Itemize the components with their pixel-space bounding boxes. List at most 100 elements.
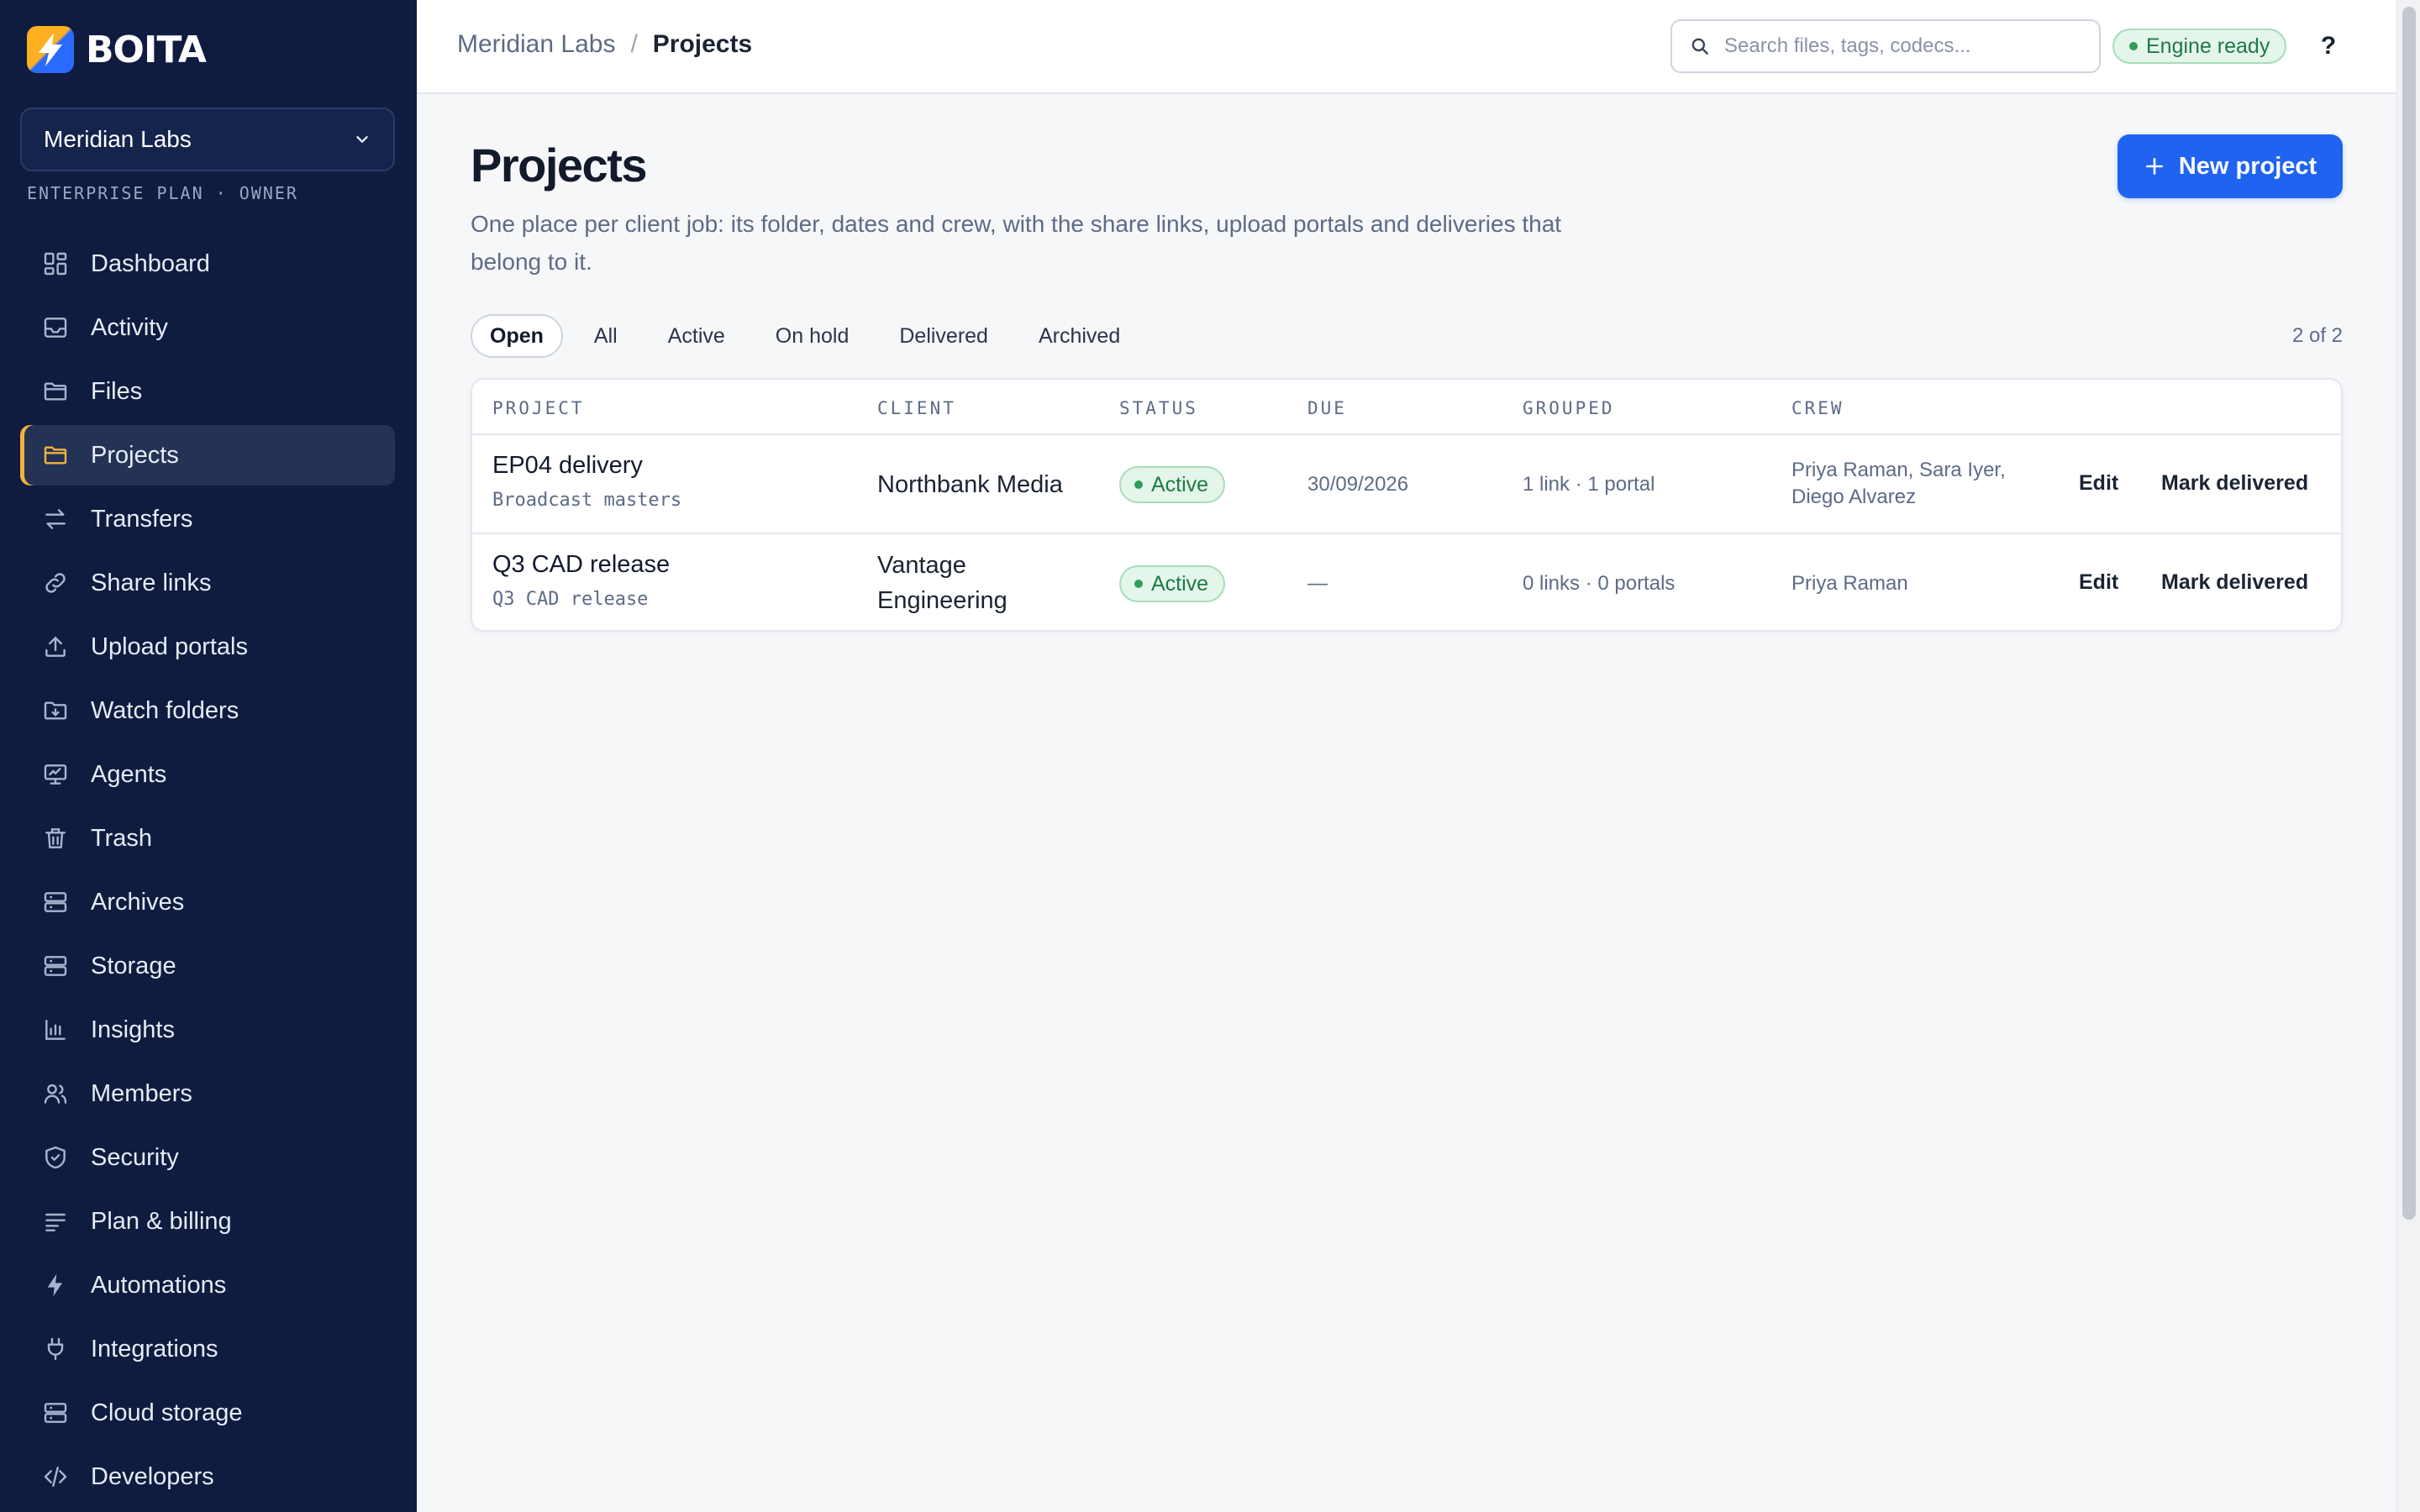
inbox-icon [40,312,71,343]
sidebar-item-developers[interactable]: Developers [20,1446,395,1507]
sidebar-item-label: Plan & billing [91,1207,232,1235]
mark-delivered-button[interactable]: Mark delivered [2161,471,2308,496]
sidebar-item-label: Storage [91,952,176,979]
grouped-summary: 0 links · 0 portals [1523,572,1676,595]
filter-archived[interactable]: Archived [1019,314,1139,358]
bolt-icon [40,1270,71,1300]
users-icon [40,1079,71,1109]
column-header-project[interactable]: PROJECT [492,398,585,418]
engine-status-label: Engine ready [2146,34,2270,58]
sidebar-item-members[interactable]: Members [20,1063,395,1124]
sidebar: BOITA Meridian Labs ENTERPRISE PLAN · OW… [0,0,417,1512]
scrollbar-thumb[interactable] [2402,7,2416,1220]
project-name[interactable]: EP04 delivery [492,452,681,480]
sidebar-item-label: Integrations [91,1335,218,1362]
sidebar-item-trash[interactable]: Trash [20,808,395,869]
edit-button[interactable]: Edit [2079,471,2118,496]
sidebar-item-files[interactable]: Files [20,361,395,422]
grouped-summary: 1 link · 1 portal [1523,473,1655,496]
sidebar-item-security[interactable]: Security [20,1127,395,1188]
sidebar-item-watch-folders[interactable]: Watch folders [20,680,395,741]
chevron-down-icon [356,136,368,143]
status-label: Active [1151,472,1209,496]
client-name: Northbank Media [877,471,1063,498]
column-header-grouped[interactable]: GROUPED [1523,398,1615,418]
sidebar-item-label: Security [91,1143,179,1171]
sidebar-item-upload-portals[interactable]: Upload portals [20,617,395,677]
due-date: — [1307,572,1328,595]
table-row[interactable]: EP04 delivery Broadcast masters Northban… [472,435,2341,534]
result-count: 2 of 2 [2291,324,2343,347]
brand-logo[interactable]: BOITA [27,25,207,74]
filter-on-hold[interactable]: On hold [756,314,869,358]
sidebar-item-label: Automations [91,1271,227,1299]
column-header-due[interactable]: DUE [1307,398,1347,418]
sidebar-item-agents[interactable]: Agents [20,744,395,805]
sidebar-item-label: Archives [91,888,185,916]
link-icon [40,568,71,598]
crew-list: Priya Raman, Sara Iyer, Diego Alvarez [1791,459,2006,508]
server-icon [40,1398,71,1428]
sidebar-item-label: Files [91,377,143,405]
breadcrumb-org[interactable]: Meridian Labs [457,30,615,59]
search-icon [1691,38,1708,55]
search-input[interactable] [1724,34,2077,58]
server-icon [40,951,71,981]
sidebar-item-storage[interactable]: Storage [20,936,395,996]
brand-name: BOITA [86,28,207,71]
project-subtitle: Broadcast masters [492,490,682,511]
topbar: Meridian Labs / Projects Engine ready ? [417,0,2396,94]
plus-icon [2145,158,2163,175]
sidebar-item-insights[interactable]: Insights [20,1000,395,1060]
help-button[interactable]: ? [2307,25,2349,67]
list-icon [40,1206,71,1236]
crew-list: Priya Raman [1791,572,1908,595]
trash-icon [40,823,71,853]
column-header-client[interactable]: CLIENT [877,398,956,418]
table-header: PROJECT CLIENT STATUS DUE GROUPED CREW [472,380,2341,435]
sidebar-item-label: Watch folders [91,696,239,724]
engine-status-badge: Engine ready [2112,29,2287,64]
org-plan: ENTERPRISE PLAN · OWNER [27,183,298,203]
status-cell: Active [1119,565,1226,602]
sidebar-item-label: Trash [91,824,153,852]
org-switcher[interactable]: Meridian Labs [20,108,395,171]
sidebar-item-integrations[interactable]: Integrations [20,1319,395,1379]
project-name[interactable]: Q3 CAD release [492,551,670,579]
sidebar-item-share-links[interactable]: Share links [20,553,395,613]
column-header-crew[interactable]: CREW [1791,398,1844,418]
page-scrollbar[interactable] [2396,0,2420,1512]
new-project-label: New project [2178,152,2317,180]
sidebar-item-automations[interactable]: Automations [20,1255,395,1315]
filter-all[interactable]: All [575,314,637,358]
page-title: Projects [471,139,648,192]
sidebar-item-dashboard[interactable]: Dashboard [20,234,395,294]
sidebar-item-label: Developers [91,1462,214,1490]
edit-button[interactable]: Edit [2079,570,2118,595]
sidebar-item-archives[interactable]: Archives [20,872,395,932]
shield-icon [40,1142,71,1173]
sidebar-item-cloud-storage[interactable]: Cloud storage [20,1383,395,1443]
column-header-status[interactable]: STATUS [1119,398,1198,418]
sidebar-item-activity[interactable]: Activity [20,297,395,358]
filter-active[interactable]: Active [649,314,744,358]
search-box[interactable] [1670,19,2101,73]
status-cell: Active [1119,466,1226,503]
breadcrumb-current: Projects [652,30,753,58]
table-row[interactable]: Q3 CAD release Q3 CAD release Vantage En… [472,534,2341,630]
sidebar-item-plan-billing[interactable]: Plan & billing [20,1191,395,1252]
sidebar-item-transfers[interactable]: Transfers [20,489,395,549]
status-badge: Active [1119,466,1226,503]
filter-delivered[interactable]: Delivered [880,314,1007,358]
dashboard-icon [40,249,71,279]
new-project-button[interactable]: New project [2118,134,2343,198]
monitor-icon [40,759,71,790]
filter-open[interactable]: Open [471,314,563,358]
project-cell: EP04 delivery Broadcast masters [492,452,681,511]
sidebar-item-label: Agents [91,760,167,788]
mark-delivered-button[interactable]: Mark delivered [2161,570,2308,595]
folder-icon [40,376,71,407]
due-date: 30/09/2026 [1307,473,1409,496]
org-name: Meridian Labs [44,126,192,152]
sidebar-item-projects[interactable]: Projects [20,425,395,486]
